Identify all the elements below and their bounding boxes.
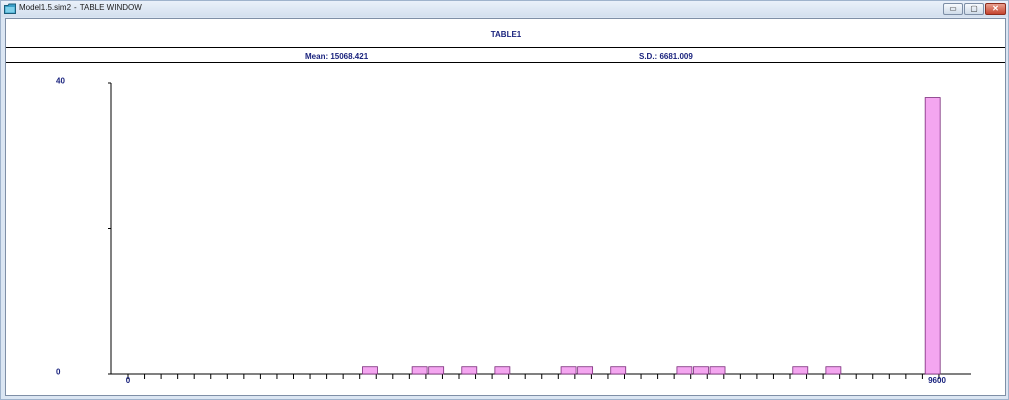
histogram-bar [428,366,445,375]
histogram-bar [411,366,428,375]
histogram-chart: 40 0 0 9600 [56,77,971,385]
histogram-bar [560,366,577,375]
title-separator: - [74,3,77,12]
folder-icon [4,3,16,14]
histogram-bar [693,366,709,375]
histogram-bar [461,366,478,375]
x-tick-label-max: 9600 [928,376,946,385]
histogram-bar [924,97,941,375]
maximize-icon: ▢ [970,4,978,13]
histogram-bar [792,366,809,375]
close-button[interactable]: ✕ [985,3,1006,15]
histogram-bar [709,366,726,375]
window-title: Model1.5.sim2- TABLE WINDOW [19,3,142,12]
window-file-name: Model1.5.sim2 [19,3,72,12]
histogram-bar [610,366,627,375]
histogram-bar [577,366,594,375]
y-tick-label-max: 40 [56,77,65,86]
minimize-icon: ▭ [949,4,957,13]
window-name: TABLE WINDOW [79,3,142,12]
x-tick-label-min: 0 [126,376,131,385]
histogram-bar [676,366,693,375]
y-tick-label-min: 0 [56,368,61,377]
maximize-button[interactable]: ▢ [964,3,984,15]
title-bar[interactable]: Model1.5.sim2- TABLE WINDOW ▭ ▢ ✕ [1,1,1008,17]
histogram-bar [494,366,511,375]
histogram-bar [362,366,378,375]
histogram-bar [825,366,842,375]
table-client-area: TABLE1 Mean: 15068.421 S.D.: 6681.009 40… [5,18,1006,396]
minimize-button[interactable]: ▭ [943,3,963,15]
table-window: Model1.5.sim2- TABLE WINDOW ▭ ▢ ✕ TABLE1 … [0,0,1009,400]
close-icon: ✕ [992,4,999,13]
